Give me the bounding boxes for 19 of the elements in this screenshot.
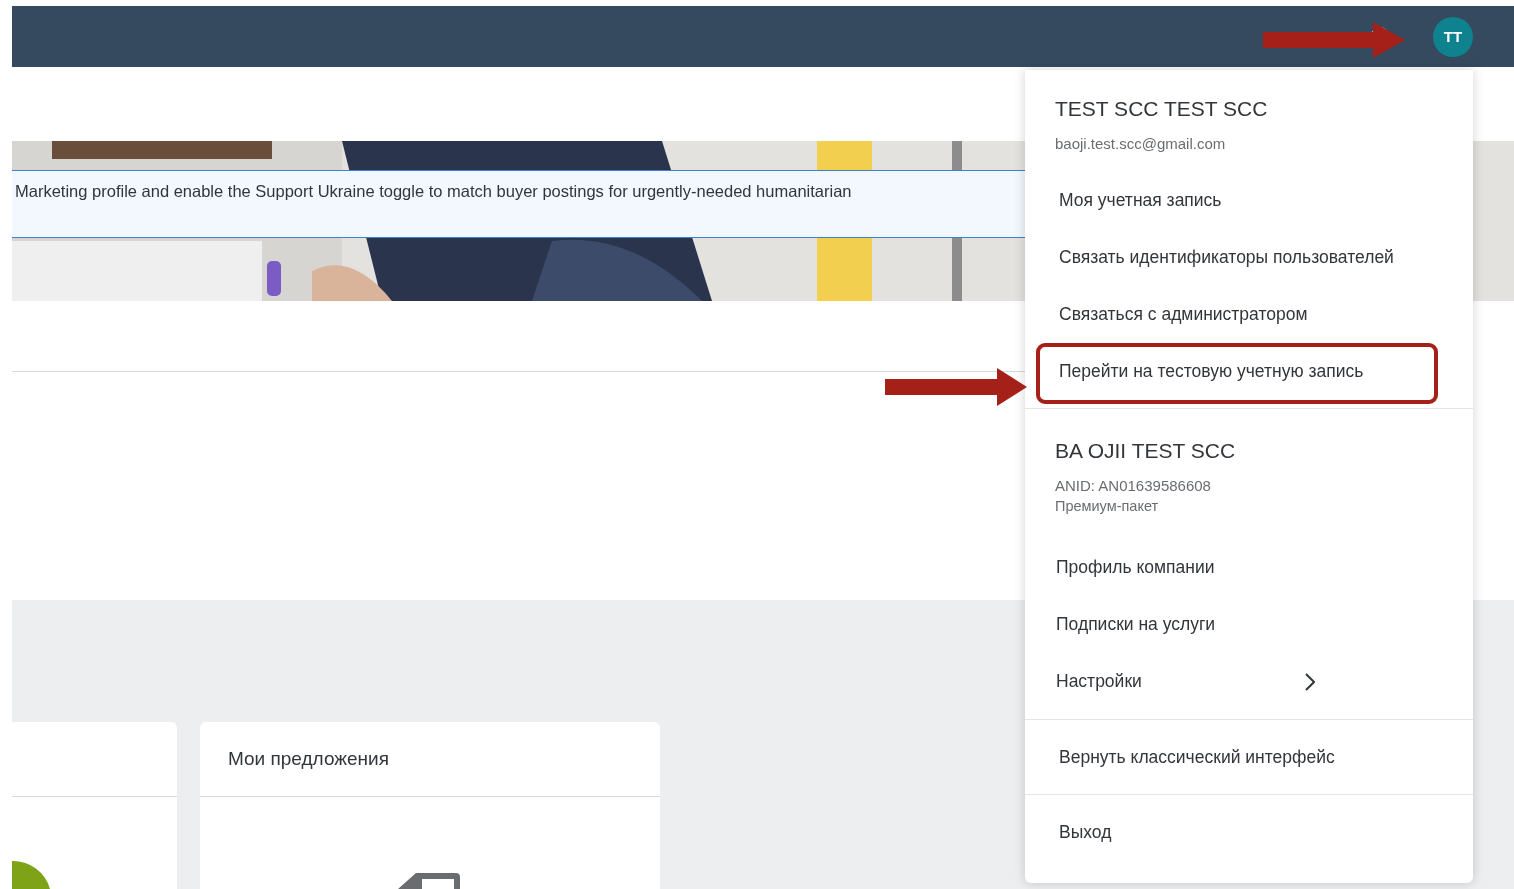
menu-item[interactable]: Подписки на услуги <box>1025 596 1473 653</box>
logout-item[interactable]: Выход <box>1025 795 1473 869</box>
menu-item[interactable]: Связать идентификаторы пользователей <box>1025 229 1473 286</box>
info-message: Marketing profile and enable the Support Ukraine toggle to match buyer postings for urgently-needed humanitarian <box>15 182 852 201</box>
document-icon <box>398 871 460 889</box>
user-email: baoji.test.scc@gmail.com <box>1055 135 1227 152</box>
company-name: BA OJII TEST SCC <box>1055 439 1237 463</box>
menu-item[interactable]: Перейти на тестовую учетную запись <box>1025 343 1473 400</box>
menu-item[interactable]: Моя учетная запись <box>1025 172 1473 229</box>
menu-item[interactable]: Настройки <box>1025 653 1473 710</box>
company-anid: ANID: AN01639586608 <box>1055 477 1212 494</box>
company-plan: Премиум-пакет <box>1055 498 1160 514</box>
card-title: Мои предложения <box>228 748 389 770</box>
avatar-button[interactable]: TT <box>1433 16 1473 57</box>
menu-item[interactable]: Связаться с администратором <box>1025 286 1473 343</box>
menu-item[interactable]: Профиль компании <box>1025 539 1473 596</box>
classic-interface-item[interactable]: Вернуть классический интерфейс <box>1025 720 1473 794</box>
donut-chart-drawing <box>12 859 52 889</box>
user-name: TEST SCC TEST SCC <box>1055 97 1269 121</box>
